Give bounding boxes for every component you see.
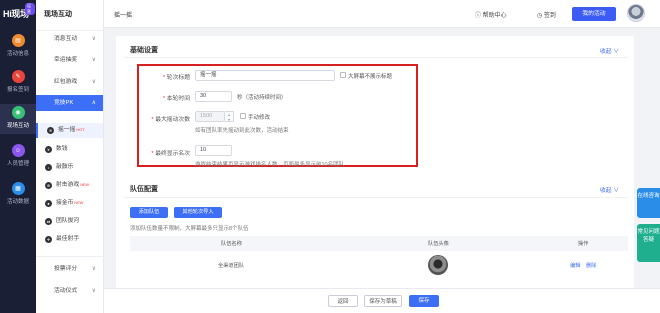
- drum-icon: ♪: [45, 164, 52, 171]
- basic-fold-toggle[interactable]: 收起 ∨: [600, 46, 619, 55]
- bottom-bar: 返回 保存为草稿 保存: [104, 288, 660, 313]
- chevron-down-icon: ∨: [91, 36, 96, 42]
- top-show-input[interactable]: 10: [195, 145, 232, 156]
- menu-group-messages[interactable]: 消息互动 ∨: [36, 31, 103, 47]
- target-icon: ⊕: [45, 182, 52, 189]
- menu-sub-tug[interactable]: ⇄ 团队拔河: [36, 214, 103, 229]
- menu-sub-coins[interactable]: ● 接金币NEW: [36, 196, 103, 211]
- menu-title: 现场互动: [44, 11, 72, 18]
- divider: [124, 57, 628, 58]
- max-shake-stepper[interactable]: ▴ ▾: [225, 111, 234, 122]
- save-draft-button[interactable]: 保存为草稿: [364, 295, 402, 307]
- menu-group-lottery[interactable]: 幸运抽奖 ∨: [36, 52, 103, 68]
- back-button[interactable]: 返回: [328, 295, 358, 307]
- data-icon: ▦: [11, 182, 25, 195]
- chevron-down-icon: ∨: [91, 288, 96, 294]
- top-show-label: * 最终显示名次: [151, 151, 190, 157]
- online-consult-button[interactable]: 在线咨询: [637, 188, 660, 218]
- menu-sub-shake[interactable]: ≋ 摇一摇HOT: [36, 123, 103, 138]
- rail-label: 现场互动: [6, 123, 29, 129]
- top-bar: 摇一摇 ⓘ 帮助中心 ◷ 签到 我的活动: [104, 0, 660, 28]
- rail-item-signup[interactable]: ✎ 报名签到: [0, 68, 36, 98]
- table-header: [130, 236, 628, 251]
- max-shake-note: 如有团队率先摇动到此次数，活动结束: [195, 128, 289, 134]
- hide-title-checkbox[interactable]: [340, 72, 346, 78]
- hide-title-label: 大屏幕不展示标题: [348, 74, 393, 80]
- divider: [36, 256, 103, 257]
- team-config-title: 队伍配置: [130, 186, 158, 193]
- hot-badge: HOT: [76, 128, 85, 132]
- divider: [124, 197, 628, 198]
- tug-icon: ⇄: [45, 218, 52, 225]
- edit-link[interactable]: 编辑: [570, 262, 580, 269]
- round-time-unit: 秒（活动持续时间）: [237, 95, 287, 101]
- signup-icon: ✎: [11, 70, 25, 83]
- team-hint: 添加队伍数量不限制，大屏幕最多只显示8个队伍: [130, 226, 249, 232]
- column-header: 队伍头像: [428, 241, 449, 247]
- rail-label: 活动数据: [6, 199, 29, 205]
- new-badge: NEW: [80, 183, 90, 187]
- avatar[interactable]: [627, 4, 645, 22]
- secondary-menu: 现场互动 消息互动 ∨ 幸运抽奖 ∨ 红包游戏 ∨ 竞技PK ∧ ≋ 摇一摇HOT ¥ 数钱…: [36, 0, 104, 313]
- max-shake-label: * 最大摇动次数: [151, 117, 190, 123]
- menu-group-pk[interactable]: 竞技PK ∧: [36, 95, 103, 111]
- doc-icon: ▤: [11, 34, 25, 47]
- clock-icon: ◷: [537, 13, 544, 19]
- my-event-button[interactable]: 我的活动: [572, 7, 616, 21]
- rail-label: 人员管理: [6, 161, 29, 167]
- new-badge: NEW: [74, 201, 84, 205]
- chevron-down-icon: ∨: [91, 57, 96, 63]
- help-icon: ⓘ: [475, 13, 483, 19]
- menu-group-ceremony[interactable]: 活动仪式 ∨: [36, 283, 103, 299]
- basic-settings-title: 基础设置: [130, 47, 158, 54]
- rail-item-people[interactable]: ☺ 人员管理: [0, 142, 36, 172]
- app-rail: Hi现场 运营 ▤ 活动信息 ✎ 报名签到 ◉ 现场互动 ☺ 人员管理 ▦ 活动…: [0, 0, 36, 313]
- menu-group-redpacket[interactable]: 红包游戏 ∨: [36, 74, 103, 90]
- logo-badge: 运营: [25, 3, 35, 15]
- column-header: 操作: [578, 241, 589, 247]
- money-icon: ¥: [45, 146, 52, 153]
- max-shake-input[interactable]: 1500: [195, 111, 225, 122]
- team-name-cell: 全渠道团队: [218, 263, 244, 269]
- manual-edit-checkbox[interactable]: [240, 113, 246, 119]
- people-icon: ☺: [11, 144, 25, 157]
- help-center-link[interactable]: ⓘ 帮助中心: [475, 10, 507, 19]
- rail-label: 活动信息: [6, 51, 29, 57]
- rail-item-data[interactable]: ▦ 活动数据: [0, 180, 36, 210]
- rail-label: 报名签到: [6, 87, 29, 93]
- rail-item-event-info[interactable]: ▤ 活动信息: [0, 32, 36, 62]
- team-fold-toggle[interactable]: 收起 ∨: [600, 185, 619, 194]
- import-team-button[interactable]: 其他轮次导入: [174, 207, 222, 218]
- menu-sub-count-money[interactable]: ¥ 数钱: [36, 142, 103, 157]
- crosshair-icon: ✛: [45, 236, 52, 243]
- page-title: 摇一摇: [114, 13, 133, 19]
- rail-item-interact[interactable]: ◉ 现场互动: [0, 104, 36, 134]
- add-team-button[interactable]: 添加队伍: [130, 207, 168, 218]
- chevron-down-icon: ∨: [91, 79, 96, 85]
- menu-sub-shooting[interactable]: ⊕ 射击游戏NEW: [36, 178, 103, 193]
- manual-edit-label: 手动修改: [248, 115, 271, 121]
- app-logo[interactable]: Hi现场 运营: [3, 3, 35, 23]
- round-title-label: * 轮次标题: [162, 75, 190, 81]
- faq-button[interactable]: 常见问题答疑: [637, 224, 660, 262]
- round-time-label: * 本轮时间: [162, 96, 190, 102]
- interact-icon: ◉: [11, 106, 25, 119]
- save-button[interactable]: 保存: [409, 295, 439, 307]
- chevron-down-icon: ∨: [91, 266, 96, 272]
- delete-link[interactable]: 删除: [586, 262, 596, 269]
- coin-icon: ●: [45, 200, 52, 207]
- sign-link[interactable]: ◷ 签到: [537, 10, 556, 19]
- round-title-input[interactable]: 摇一摇: [195, 70, 335, 81]
- column-header: 队伍名称: [221, 241, 242, 247]
- menu-group-vote[interactable]: 投票评分 ∨: [36, 261, 103, 277]
- menu-sub-drum[interactable]: ♪ 敲鼓乐: [36, 160, 103, 175]
- shake-icon: ≋: [47, 127, 54, 134]
- round-time-input[interactable]: 30: [195, 91, 232, 102]
- top-show-note: 游戏结束结果页显示游戏排名人数，页面最多显示前10名团队: [195, 162, 345, 168]
- menu-sub-shooter[interactable]: ✛ 最佳射手: [36, 232, 103, 247]
- team-avatar: [428, 255, 448, 275]
- chevron-up-icon: ∧: [91, 100, 96, 106]
